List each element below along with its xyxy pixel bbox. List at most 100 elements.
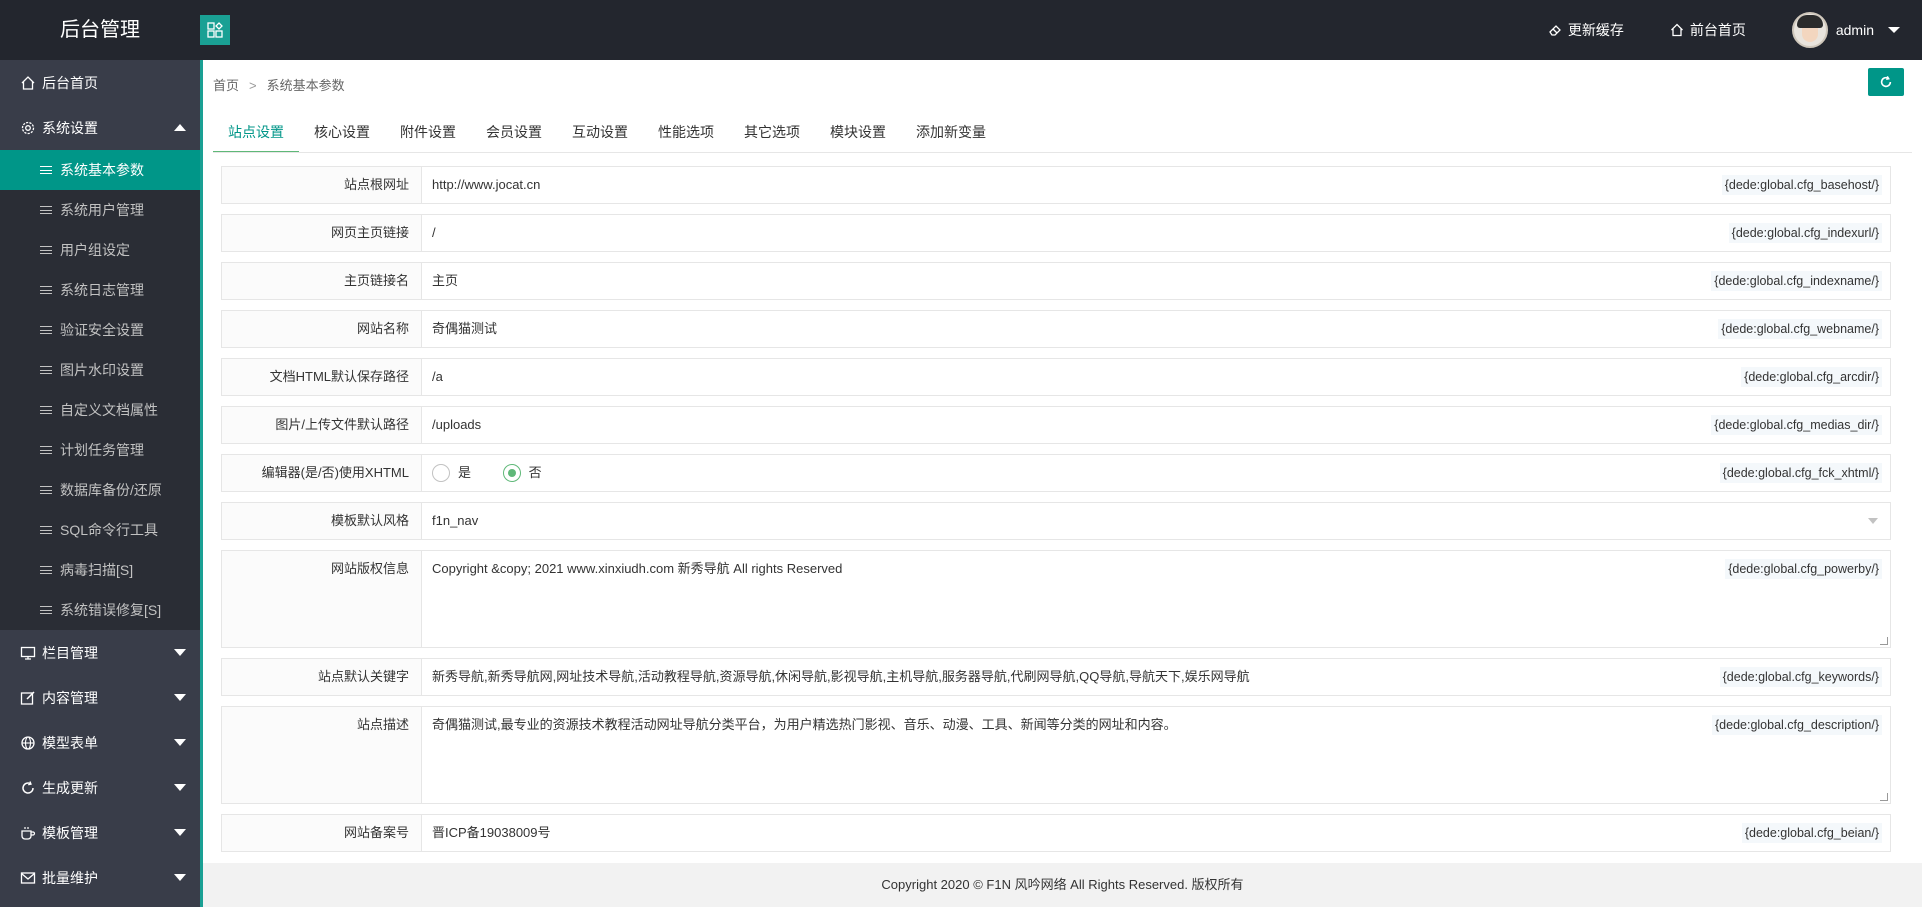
- sidebar-group-system[interactable]: 系统设置: [0, 105, 200, 150]
- sidebar-group-label: 栏目管理: [42, 644, 98, 661]
- home-icon: [21, 75, 35, 90]
- df-style-select[interactable]: f1n_nav: [422, 503, 1890, 539]
- template-tag: {dede:global.cfg_description/}: [1711, 715, 1882, 735]
- radio-yes[interactable]: 是: [432, 455, 471, 491]
- chevron-down-icon: [174, 784, 186, 791]
- chevron-down-icon: [174, 649, 186, 656]
- sidebar-group-content[interactable]: 内容管理: [0, 675, 200, 720]
- field-label: 图片/上传文件默认路径: [222, 407, 422, 443]
- form-row-beian: 网站备案号 晋ICP备19038009号 {dede:global.cfg_be…: [221, 814, 1891, 852]
- form-row-arcdir: 文档HTML默认保存路径 /a {dede:global.cfg_arcdir/…: [221, 358, 1891, 396]
- sidebar-item-scheduled-tasks[interactable]: 计划任务管理: [0, 430, 200, 470]
- sidebar-group-templates[interactable]: 模板管理: [0, 810, 200, 855]
- sidebar-item-security[interactable]: 验证安全设置: [0, 310, 200, 350]
- template-tag: {dede:global.cfg_keywords/}: [1719, 667, 1882, 687]
- sidebar-item-system-logs[interactable]: 系统日志管理: [0, 270, 200, 310]
- resize-handle-icon[interactable]: [1880, 637, 1888, 645]
- app-logo[interactable]: 后台管理: [0, 0, 200, 60]
- powerby-textarea[interactable]: Copyright &copy; 2021 www.xinxiudh.com 新…: [422, 551, 1890, 647]
- sidebar-group-batch[interactable]: 批量维护: [0, 855, 200, 900]
- basehost-input[interactable]: http://www.jocat.cn: [422, 167, 1890, 203]
- sidebar-item-home[interactable]: 后台首页: [0, 60, 200, 105]
- webname-input[interactable]: 奇偶猫测试: [422, 311, 1890, 347]
- sidebar-item-user-groups[interactable]: 用户组设定: [0, 230, 200, 270]
- tabs-divider: [213, 152, 1912, 153]
- top-header: 后台管理 更新缓存 前台首页 admin: [0, 0, 1922, 60]
- sidebar-group-generate[interactable]: 生成更新: [0, 765, 200, 810]
- monitor-icon: [20, 646, 36, 660]
- refresh-button[interactable]: [1868, 68, 1904, 96]
- tab-other-options[interactable]: 其它选项: [729, 112, 815, 152]
- sidebar-item-label: 数据库备份/还原: [60, 482, 162, 498]
- chevron-down-icon: [1868, 518, 1878, 524]
- chevron-down-icon: [174, 874, 186, 881]
- fck-xhtml-radio-group: 是 否: [422, 455, 1890, 491]
- radio-no[interactable]: 否: [502, 455, 542, 491]
- menu-lines-icon: [40, 526, 52, 534]
- sidebar-group-label: 系统设置: [42, 119, 98, 136]
- sidebar-item-label: 用户组设定: [60, 242, 130, 258]
- chevron-down-icon: [174, 694, 186, 701]
- form-row-webname: 网站名称 奇偶猫测试 {dede:global.cfg_webname/}: [221, 310, 1891, 348]
- description-textarea[interactable]: 奇偶猫测试,最专业的资源技术教程活动网址导航分类平台，为用户精选热门影视、音乐、…: [422, 707, 1890, 803]
- sidebar-item-label: 图片水印设置: [60, 362, 144, 378]
- refresh-icon: [1880, 75, 1892, 88]
- sidebar-item-system-users[interactable]: 系统用户管理: [0, 190, 200, 230]
- breadcrumb-home[interactable]: 首页: [213, 78, 239, 93]
- keywords-input[interactable]: 新秀导航,新秀导航网,网址技术导航,活动教程导航,资源导航,休闲导航,影视导航,…: [422, 659, 1890, 695]
- tab-site-settings[interactable]: 站点设置: [213, 112, 299, 153]
- sidebar-group-label: 批量维护: [42, 869, 98, 886]
- sidebar-item-system-basic[interactable]: 系统基本参数: [0, 150, 200, 190]
- indexurl-input[interactable]: /: [422, 215, 1890, 251]
- eraser-icon: [1549, 25, 1561, 36]
- user-menu[interactable]: admin: [1791, 12, 1900, 48]
- indexname-input[interactable]: 主页: [422, 263, 1890, 299]
- sidebar-item-watermark[interactable]: 图片水印设置: [0, 350, 200, 390]
- sidebar-item-error-repair[interactable]: 系统错误修复[S]: [0, 590, 200, 630]
- form-row-basehost: 站点根网址 http://www.jocat.cn {dede:global.c…: [221, 166, 1891, 204]
- tab-module-settings[interactable]: 模块设置: [815, 112, 901, 152]
- form-row-indexname: 主页链接名 主页 {dede:global.cfg_indexname/}: [221, 262, 1891, 300]
- sidebar-home-label: 后台首页: [42, 74, 98, 91]
- tab-attachment-settings[interactable]: 附件设置: [385, 112, 471, 152]
- form-row-description: 站点描述 奇偶猫测试,最专业的资源技术教程活动网址导航分类平台，为用户精选热门影…: [221, 706, 1891, 804]
- radio-label: 是: [458, 465, 472, 480]
- sidebar-item-custom-attrs[interactable]: 自定义文档属性: [0, 390, 200, 430]
- resize-handle-icon[interactable]: [1880, 793, 1888, 801]
- tab-core-settings[interactable]: 核心设置: [299, 112, 385, 152]
- frontend-home-link[interactable]: 前台首页: [1670, 20, 1746, 40]
- clear-cache-link[interactable]: 更新缓存: [1548, 20, 1624, 40]
- menu-lines-icon: [40, 286, 52, 294]
- chevron-up-icon: [174, 124, 186, 131]
- username: admin: [1835, 22, 1874, 38]
- grid-icon: [207, 22, 223, 38]
- field-label: 主页链接名: [222, 263, 422, 299]
- tab-interaction-settings[interactable]: 互动设置: [557, 112, 643, 152]
- template-tag: {dede:global.cfg_webname/}: [1718, 319, 1882, 339]
- menu-lines-icon: [40, 246, 52, 254]
- medias-dir-input[interactable]: /uploads: [422, 407, 1890, 443]
- sidebar-item-db-backup[interactable]: 数据库备份/还原: [0, 470, 200, 510]
- sidebar-group-models[interactable]: 模型表单: [0, 720, 200, 765]
- arcdir-input[interactable]: /a: [422, 359, 1890, 395]
- settings-tabs: 站点设置 核心设置 附件设置 会员设置 互动设置 性能选项 其它选项 模块设置 …: [213, 112, 1001, 153]
- footer: Copyright 2020 © F1N 风吟网络 All Rights Res…: [203, 863, 1922, 907]
- tab-performance-options[interactable]: 性能选项: [643, 112, 729, 152]
- template-tag: {dede:global.cfg_basehost/}: [1721, 175, 1882, 195]
- refresh-icon: [22, 780, 34, 794]
- form-row-keywords: 站点默认关键字 新秀导航,新秀导航网,网址技术导航,活动教程导航,资源导航,休闲…: [221, 658, 1891, 696]
- field-label: 站点根网址: [222, 167, 422, 203]
- field-label: 网站版权信息: [222, 551, 422, 647]
- menu-toggle-button[interactable]: [200, 15, 230, 45]
- form-row-indexurl: 网页主页链接 / {dede:global.cfg_indexurl/}: [221, 214, 1891, 252]
- sidebar-item-sql-tool[interactable]: SQL命令行工具: [0, 510, 200, 550]
- tab-member-settings[interactable]: 会员设置: [471, 112, 557, 152]
- breadcrumb-separator: >: [249, 78, 257, 93]
- tab-add-variable[interactable]: 添加新变量: [901, 112, 1001, 152]
- globe-icon: [21, 735, 35, 750]
- chevron-down-icon: [1888, 27, 1900, 33]
- sidebar-group-columns[interactable]: 栏目管理: [0, 630, 200, 675]
- beian-input[interactable]: 晋ICP备19038009号: [422, 815, 1890, 851]
- sidebar-item-virus-scan[interactable]: 病毒扫描[S]: [0, 550, 200, 590]
- edit-icon: [20, 690, 35, 705]
